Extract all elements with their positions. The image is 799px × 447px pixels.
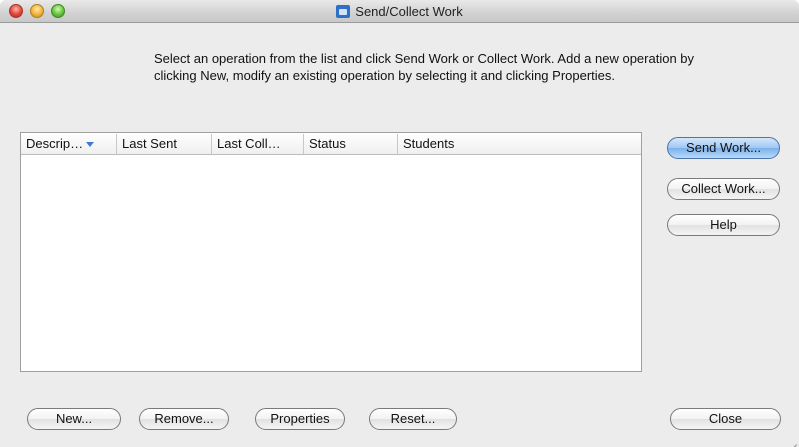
resize-grip-icon[interactable] — [787, 435, 797, 445]
operations-table[interactable]: Descrip… Last Sent Last Coll… Status Stu… — [20, 132, 642, 372]
new-button[interactable]: New... — [27, 408, 121, 430]
help-button[interactable]: Help — [667, 214, 780, 236]
window-title-group: Send/Collect Work — [0, 4, 799, 19]
send-collect-window: Send/Collect Work Select an operation fr… — [0, 0, 799, 447]
close-button[interactable]: Close — [670, 408, 781, 430]
table-header: Descrip… Last Sent Last Coll… Status Stu… — [21, 133, 641, 155]
collect-work-button[interactable]: Collect Work... — [667, 178, 780, 200]
sort-descending-icon — [86, 142, 95, 147]
column-header-description[interactable]: Descrip… — [21, 134, 117, 154]
title-bar[interactable]: Send/Collect Work — [0, 0, 799, 23]
column-header-students[interactable]: Students — [398, 134, 641, 154]
reset-button[interactable]: Reset... — [369, 408, 457, 430]
instructions-line-2: clicking New, modify an existing operati… — [154, 68, 616, 83]
instructions-text: Select an operation from the list and cl… — [154, 50, 754, 84]
instructions-line-1: Select an operation from the list and cl… — [154, 51, 695, 66]
column-header-last-sent[interactable]: Last Sent — [117, 134, 212, 154]
remove-button[interactable]: Remove... — [139, 408, 229, 430]
app-icon — [336, 5, 351, 18]
window-title: Send/Collect Work — [355, 4, 463, 19]
column-header-last-collected[interactable]: Last Coll… — [212, 134, 304, 154]
send-work-button[interactable]: Send Work... — [667, 137, 780, 159]
column-header-status[interactable]: Status — [304, 134, 398, 154]
properties-button[interactable]: Properties — [255, 408, 345, 430]
